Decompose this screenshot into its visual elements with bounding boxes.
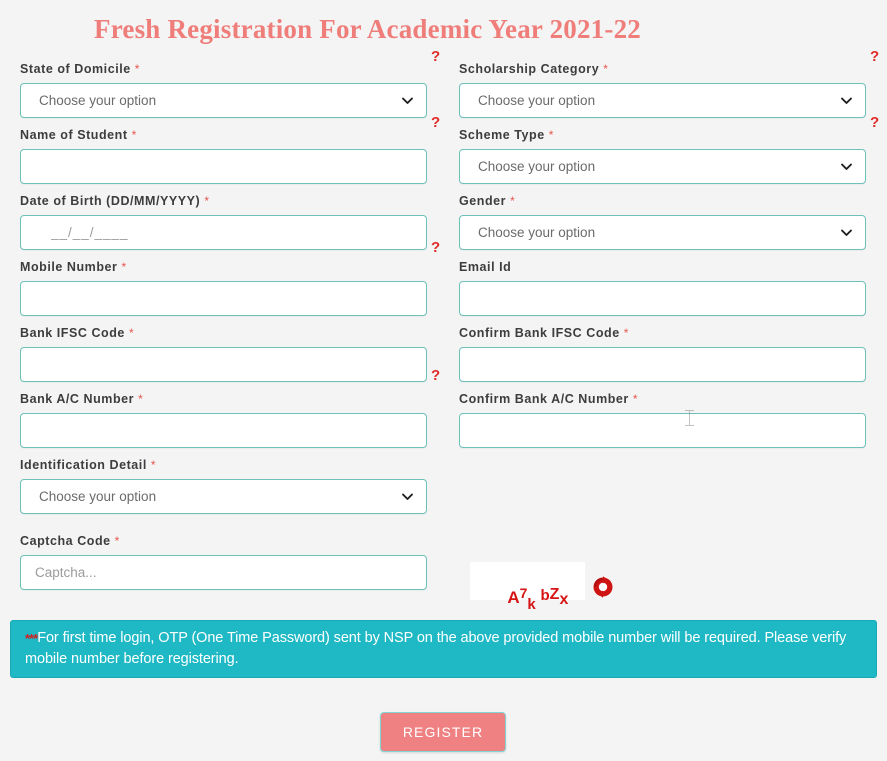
label-scheme-type: Scheme Type * <box>459 128 866 142</box>
select-state-of-domicile[interactable]: Choose your option <box>20 83 427 118</box>
input-date-of-birth[interactable] <box>20 215 427 250</box>
required-marker: * <box>138 392 144 406</box>
label-mobile-number: Mobile Number * <box>20 260 427 274</box>
captcha-char-4: b <box>540 587 550 604</box>
field-email-id: Email Id <box>459 260 866 316</box>
banner-text: For first time login, OTP (One Time Pass… <box>25 630 847 667</box>
help-icon-state-of-domicile[interactable]: ? <box>431 115 440 130</box>
required-marker: * <box>204 194 210 208</box>
label-captcha-code: Captcha Code * <box>20 534 427 548</box>
field-mobile-number: Mobile Number * <box>20 260 427 316</box>
label-bank-account-number: Bank A/C Number * <box>20 392 427 406</box>
banner-asterisks: *** <box>25 631 38 646</box>
select-gender[interactable]: Choose your option <box>459 215 866 250</box>
captcha-char-3: k <box>527 596 536 613</box>
label-text: Name of Student <box>20 128 128 142</box>
field-name-of-student: Name of Student * <box>20 128 427 184</box>
field-confirm-bank-ifsc-code: Confirm Bank IFSC Code * <box>459 326 866 382</box>
input-bank-ifsc-code[interactable] <box>20 347 427 382</box>
label-state-of-domicile: State of Domicile * <box>20 62 427 76</box>
field-confirm-bank-account-number: Confirm Bank A/C Number * <box>459 392 866 448</box>
field-captcha-code: Captcha Code * <box>20 534 427 590</box>
label-scholarship-category: Scholarship Category * <box>459 62 866 76</box>
select-scheme-type[interactable]: Choose your option <box>459 149 866 184</box>
captcha-char-1: A <box>507 588 520 607</box>
registration-page: Fresh Registration For Academic Year 202… <box>0 0 887 761</box>
label-text: Gender <box>459 194 507 208</box>
help-icon-scholarship-category[interactable]: ? <box>870 115 879 130</box>
required-marker: * <box>150 458 157 472</box>
required-marker: * <box>632 392 639 406</box>
input-confirm-bank-ifsc-code[interactable] <box>459 347 866 382</box>
help-icon-state-of-domicile-top[interactable]: ? <box>431 49 440 64</box>
field-scholarship-category: Scholarship Category * Choose your optio… <box>459 62 866 118</box>
input-captcha-code[interactable] <box>20 555 427 590</box>
help-icon-date-of-birth[interactable]: ? <box>431 240 440 255</box>
label-text: Confirm Bank IFSC Code <box>459 326 620 340</box>
label-bank-ifsc-code: Bank IFSC Code * <box>20 326 427 340</box>
required-marker: * <box>121 260 127 274</box>
input-confirm-bank-account-number[interactable] <box>459 413 866 448</box>
field-gender: Gender * Choose your option <box>459 194 866 250</box>
required-marker: * <box>114 534 120 548</box>
required-marker: * <box>603 62 609 76</box>
help-icon-bank-ifsc-code[interactable]: ? <box>431 368 440 383</box>
field-bank-account-number: Bank A/C Number * <box>20 392 427 448</box>
field-state-of-domicile: State of Domicile * Choose your option <box>20 62 427 118</box>
select-value-scheme-type[interactable]: Choose your option <box>459 149 866 184</box>
label-text: Mobile Number <box>20 260 118 274</box>
required-marker: * <box>131 128 137 142</box>
required-marker: * <box>134 62 141 76</box>
field-identification-detail: Identification Detail * Choose your opti… <box>20 458 427 514</box>
captcha-char-2: 7 <box>519 585 528 601</box>
page-title: Fresh Registration For Academic Year 202… <box>94 14 641 44</box>
field-scheme-type: Scheme Type * Choose your option <box>459 128 866 184</box>
label-identification-detail: Identification Detail * <box>20 458 427 472</box>
label-date-of-birth: Date of Birth (DD/MM/YYYY) * <box>20 194 427 208</box>
select-scholarship-category[interactable]: Choose your option <box>459 83 866 118</box>
label-text: Date of Birth (DD/MM/YYYY) <box>20 194 201 208</box>
select-value-identification-detail[interactable]: Choose your option <box>20 479 427 514</box>
register-button[interactable]: REGISTER <box>380 712 506 752</box>
label-text: Confirm Bank A/C Number <box>459 392 629 406</box>
label-confirm-bank-ifsc-code: Confirm Bank IFSC Code * <box>459 326 866 340</box>
label-email-id: Email Id <box>459 260 866 274</box>
label-text: Scholarship Category <box>459 62 600 76</box>
form-column-left: State of Domicile * Choose your option N… <box>20 62 427 600</box>
refresh-icon[interactable] <box>590 574 616 600</box>
input-mobile-number[interactable] <box>20 281 427 316</box>
label-text: Bank IFSC Code <box>20 326 125 340</box>
select-value-scholarship-category[interactable]: Choose your option <box>459 83 866 118</box>
captcha-char-5: Z <box>549 586 560 603</box>
required-marker: * <box>623 326 629 340</box>
otp-info-banner: ***For first time login, OTP (One Time P… <box>10 620 877 678</box>
field-bank-ifsc-code: Bank IFSC Code * <box>20 326 427 382</box>
field-date-of-birth: Date of Birth (DD/MM/YYYY) * <box>20 194 427 250</box>
select-value-gender[interactable]: Choose your option <box>459 215 866 250</box>
required-marker: * <box>510 194 516 208</box>
select-value-state-of-domicile[interactable]: Choose your option <box>20 83 427 118</box>
input-email-id[interactable] <box>459 281 866 316</box>
required-marker: * <box>548 128 554 142</box>
select-identification-detail[interactable]: Choose your option <box>20 479 427 514</box>
label-gender: Gender * <box>459 194 866 208</box>
required-marker: * <box>128 326 135 340</box>
label-confirm-bank-account-number: Confirm Bank A/C Number * <box>459 392 866 406</box>
label-text: Bank A/C Number <box>20 392 135 406</box>
captcha-image: A7k bZx <box>470 562 585 613</box>
input-name-of-student[interactable] <box>20 149 427 184</box>
label-text: Scheme Type <box>459 128 545 142</box>
captcha-char-6: x <box>559 591 569 608</box>
label-name-of-student: Name of Student * <box>20 128 427 142</box>
label-text: Identification Detail <box>20 458 147 472</box>
form-column-right: Scholarship Category * Choose your optio… <box>459 62 866 458</box>
help-icon-scholarship-category-top[interactable]: ? <box>870 49 879 64</box>
label-text: State of Domicile <box>20 62 131 76</box>
captcha-image-text: A7k bZx <box>479 568 568 628</box>
label-text: Email Id <box>459 260 512 274</box>
label-text: Captcha Code <box>20 534 111 548</box>
input-bank-account-number[interactable] <box>20 413 427 448</box>
